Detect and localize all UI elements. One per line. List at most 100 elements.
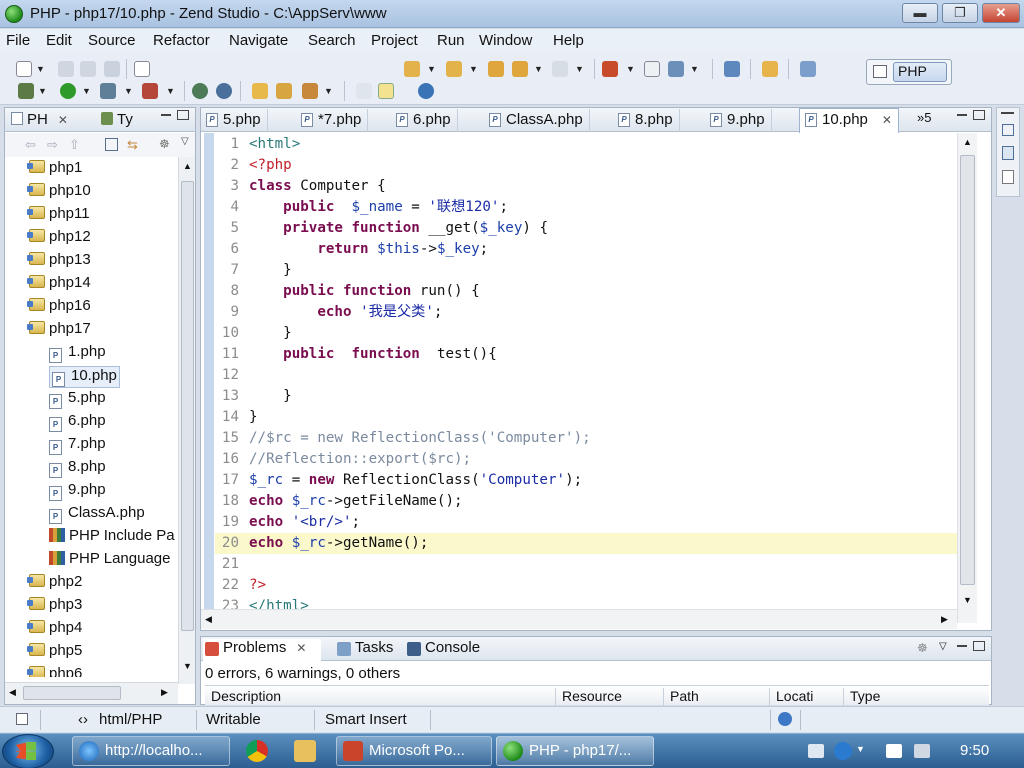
- file-icon[interactable]: [1002, 170, 1014, 184]
- code-line[interactable]: 9 echo '我是父类';: [215, 302, 959, 323]
- minimize-icon[interactable]: [957, 645, 967, 647]
- tree-item-classa-php[interactable]: P ClassA.php: [49, 504, 145, 526]
- taskbar-clock[interactable]: 9:50: [960, 742, 989, 759]
- tab-6-php[interactable]: P 6.php: [391, 109, 458, 132]
- chevron-down-icon[interactable]: ▼: [38, 86, 47, 96]
- tree-item-8-php[interactable]: P 8.php: [49, 458, 106, 480]
- menu-edit[interactable]: Edit: [46, 32, 72, 49]
- minimize-icon[interactable]: [161, 114, 171, 116]
- scroll-right-icon[interactable]: ▶: [161, 687, 168, 698]
- tree-item-6-php[interactable]: P 6.php: [49, 412, 106, 434]
- tree-item-php6[interactable]: php6: [27, 665, 82, 677]
- profile-icon[interactable]: [100, 83, 116, 99]
- tree-item-5-php[interactable]: P 5.php: [49, 389, 106, 411]
- zend-guard-icon[interactable]: [800, 61, 816, 77]
- tab-php-explorer[interactable]: PH ✕: [11, 111, 81, 128]
- menu-window[interactable]: Window: [479, 32, 532, 49]
- globe-icon[interactable]: [418, 83, 434, 99]
- code-line[interactable]: 22 ?>: [215, 575, 959, 596]
- open-resource-icon[interactable]: [302, 83, 318, 99]
- tree-item-7-php[interactable]: P 7.php: [49, 435, 106, 457]
- open-perspective-icon[interactable]: [873, 65, 887, 78]
- help-icon[interactable]: [834, 742, 852, 760]
- tab-problems[interactable]: Problems ✕: [203, 639, 321, 661]
- scroll-thumb[interactable]: [181, 181, 194, 631]
- keyboard-icon[interactable]: [808, 744, 824, 758]
- code-line[interactable]: 13 }: [215, 386, 959, 407]
- code-line[interactable]: 14}: [215, 407, 959, 428]
- tab-7-php[interactable]: P *7.php: [296, 109, 369, 132]
- code-line[interactable]: 12: [215, 365, 959, 386]
- column-resource[interactable]: Resource: [555, 688, 622, 706]
- tab-classa-php[interactable]: P ClassA.php: [484, 109, 590, 132]
- chevron-down-icon[interactable]: ▼: [856, 744, 865, 754]
- menu-refactor[interactable]: Refactor: [153, 32, 210, 49]
- chevron-down-icon[interactable]: ▼: [166, 86, 175, 96]
- menu-search[interactable]: Search: [308, 32, 356, 49]
- code-line[interactable]: 8 public function run() {: [215, 281, 959, 302]
- external-tools-icon[interactable]: [142, 83, 158, 99]
- tree-item-php-include-pa[interactable]: PHP Include Pa: [49, 527, 175, 549]
- next-annotation-icon[interactable]: [404, 61, 420, 77]
- tab-console[interactable]: Console: [405, 639, 480, 661]
- forward-arrow-icon[interactable]: ⇨: [47, 137, 58, 153]
- php-server-icon[interactable]: [192, 83, 208, 99]
- code-line[interactable]: 6 return $this->$_key;: [215, 239, 959, 260]
- menu-run[interactable]: Run: [437, 32, 465, 49]
- chevron-down-icon[interactable]: ▼: [82, 86, 91, 96]
- chevron-down-icon[interactable]: ▼: [36, 64, 45, 74]
- tab-10-php[interactable]: P 10.php ✕: [799, 108, 899, 133]
- minimize-button[interactable]: ▬: [902, 3, 938, 23]
- print-icon[interactable]: [104, 61, 120, 77]
- scroll-down-icon[interactable]: ▼: [963, 595, 972, 605]
- tree-item-php13[interactable]: php13: [27, 251, 91, 273]
- code-line[interactable]: 11 public function test(){: [215, 344, 959, 365]
- tab-overflow-button[interactable]: »5: [917, 110, 931, 125]
- save-all-icon[interactable]: [80, 61, 96, 77]
- chevron-down-icon[interactable]: ▼: [427, 64, 436, 74]
- column-path[interactable]: Path: [663, 688, 699, 706]
- blank-page-icon[interactable]: [644, 61, 660, 77]
- chevron-down-icon[interactable]: ▼: [469, 64, 478, 74]
- tree-item-php4[interactable]: php4: [27, 619, 82, 641]
- chevron-down-icon[interactable]: ▽: [181, 136, 189, 147]
- tree-item-php17[interactable]: php17: [27, 320, 91, 342]
- chevron-down-icon[interactable]: ▼: [534, 64, 543, 74]
- tasks-icon[interactable]: [1002, 146, 1014, 160]
- scroll-up-icon[interactable]: ▲: [963, 137, 972, 147]
- save-icon[interactable]: [58, 61, 74, 77]
- tab-tasks[interactable]: Tasks: [335, 639, 393, 661]
- tree-item-php2[interactable]: php2: [27, 573, 82, 595]
- start-button[interactable]: [2, 734, 54, 768]
- minimize-icon[interactable]: [957, 114, 967, 116]
- code-line[interactable]: 10 }: [215, 323, 959, 344]
- code-line[interactable]: 18 echo $_rc->getFileName();: [215, 491, 959, 512]
- column-location[interactable]: Locati: [769, 688, 813, 706]
- view-menu-icon[interactable]: ▽: [939, 641, 947, 652]
- filter-icon[interactable]: ☸: [917, 641, 928, 655]
- forward-icon[interactable]: [552, 61, 568, 77]
- code-line[interactable]: 15 //$rc = new ReflectionClass('Computer'…: [215, 428, 959, 449]
- code-line[interactable]: 3 class Computer {: [215, 176, 959, 197]
- code-line[interactable]: 16 //Reflection::export($rc);: [215, 449, 959, 470]
- volume-icon[interactable]: [914, 744, 930, 758]
- maximize-icon[interactable]: [973, 110, 985, 120]
- outline-icon[interactable]: [1002, 124, 1014, 136]
- menu-source[interactable]: Source: [88, 32, 136, 49]
- last-edit-icon[interactable]: [488, 61, 504, 77]
- code-line[interactable]: 1 <html>: [215, 134, 959, 155]
- maximize-icon[interactable]: [177, 110, 189, 120]
- chrome-icon[interactable]: [246, 740, 268, 762]
- column-type[interactable]: Type: [843, 688, 880, 706]
- tab-9-php[interactable]: P 9.php: [705, 109, 772, 132]
- code-line[interactable]: 23 </html>: [215, 596, 959, 609]
- close-icon[interactable]: ✕: [882, 113, 892, 127]
- bookmark-icon[interactable]: [762, 61, 778, 77]
- sync-icon[interactable]: [724, 61, 740, 77]
- fast-view-icon[interactable]: [16, 713, 28, 725]
- code-line[interactable]: 21: [215, 554, 959, 575]
- pin-editor-icon[interactable]: [602, 61, 618, 77]
- close-button[interactable]: ✕: [982, 3, 1020, 23]
- previous-annotation-icon[interactable]: [446, 61, 462, 77]
- tree-item-php5[interactable]: php5: [27, 642, 82, 664]
